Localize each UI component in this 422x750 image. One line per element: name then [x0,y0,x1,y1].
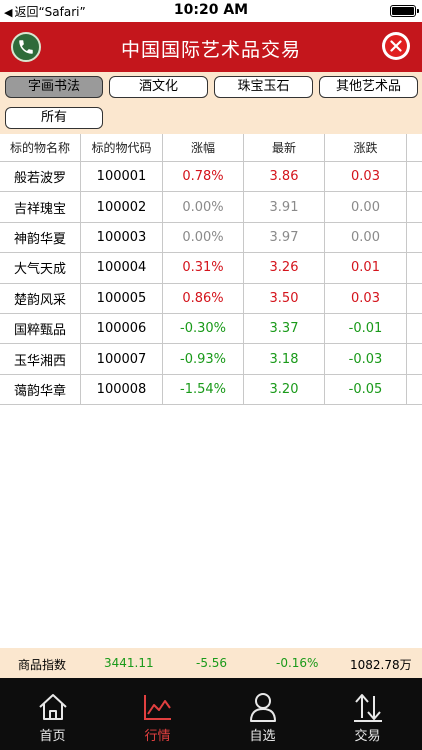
tab-bar: 首页 行情 自选 交易 [0,678,422,750]
cell-code: 100002 [81,192,163,222]
cell-more [407,375,422,404]
cell-more [407,344,422,373]
cell-latest: 3.86 [244,162,325,192]
cell-latest: 3.37 [244,313,325,344]
cell-code: 100008 [81,374,163,405]
clock: 10:20 AM [173,2,249,18]
user-icon [249,693,276,722]
cell-name: 吉祥瑰宝 [0,192,81,222]
cell-change-pct: -0.93% [163,344,244,374]
cell-name: 大气天成 [0,253,81,283]
cell-change-pct: 0.86% [163,283,244,313]
index-volume: 1082.78万 [350,658,412,672]
column-header-code[interactable]: 标的物代码 [81,134,163,161]
close-button[interactable] [382,32,410,60]
cell-latest: 3.26 [244,253,325,283]
cell-latest: 3.18 [244,344,325,374]
cell-change-pct: 0.00% [163,222,244,253]
cell-code: 100006 [81,313,163,344]
tab-watchlist[interactable]: 自选 [210,678,315,750]
cell-change-pct: -1.54% [163,374,244,405]
column-header-name[interactable]: 标的物名称 [0,134,81,161]
table-row[interactable]: 楚韵风采 100005 0.86% 3.50 0.03 [0,283,422,314]
tab-market-label: 行情 [144,729,171,744]
index-label: 商品指数 [18,658,67,672]
cell-more [407,223,422,252]
cell-more [407,162,422,191]
cell-latest: 3.91 [244,192,325,222]
category-wine-culture[interactable]: 酒文化 [109,76,208,98]
table-row[interactable]: 玉华湘西 100007 -0.93% 3.18 -0.03 [0,344,422,375]
category-all[interactable]: 所有 [5,107,103,129]
tab-home-label: 首页 [39,729,66,744]
column-header-latest[interactable]: 最新 [244,134,325,161]
index-value: 3441.11 [104,656,154,670]
cell-code: 100007 [81,344,163,374]
cell-code: 100003 [81,222,163,253]
home-icon [38,694,67,720]
tab-home[interactable]: 首页 [0,678,105,750]
cell-name: 楚韵风采 [0,283,81,313]
cell-change-pct: 0.00% [163,192,244,222]
cell-change: -0.03 [325,344,407,374]
category-jewelry-jade[interactable]: 珠宝玉石 [214,76,313,98]
index-change-pct: -0.16% [276,656,319,670]
cell-name: 神韵华夏 [0,222,81,253]
cell-code: 100001 [81,162,163,192]
cell-change: 0.03 [325,162,407,192]
cell-more [407,284,422,313]
cell-change: -0.01 [325,313,407,344]
table-row[interactable]: 大气天成 100004 0.31% 3.26 0.01 [0,253,422,284]
commodity-index-bar: 商品指数 3441.11 -5.56 -0.16% 1082.78万 [0,648,422,678]
tab-trade[interactable]: 交易 [315,678,420,750]
category-calligraphy-painting[interactable]: 字画书法 [5,76,103,98]
table-row[interactable]: 蔼韵华章 100008 -1.54% 3.20 -0.05 [0,374,422,406]
tab-watchlist-label: 自选 [249,729,276,744]
cell-latest: 3.20 [244,374,325,405]
column-header-change[interactable]: 涨跌 [325,134,407,161]
trade-arrows-icon [353,694,382,722]
tab-market[interactable]: 行情 [105,678,210,750]
cell-more [407,192,422,221]
cell-latest: 3.97 [244,222,325,253]
battery-icon [390,5,419,17]
cell-name: 般若波罗 [0,162,81,192]
table-row[interactable]: 吉祥瑰宝 100002 0.00% 3.91 0.00 [0,192,422,223]
cell-change-pct: 0.31% [163,253,244,283]
page-title: 中国国际艺术品交易 [120,39,301,61]
quote-table: 标的物名称 标的物代码 涨幅 最新 涨跌 般若波罗 100001 0.78% 3.86… [0,134,422,406]
category-bar: 字画书法 酒文化 珠宝玉石 其他艺术品 所有 [0,72,422,134]
cell-more [407,314,422,343]
index-change: -5.56 [196,656,228,670]
cell-change-pct: -0.30% [163,313,244,344]
table-row[interactable]: 国粹甄品 100006 -0.30% 3.37 -0.01 [0,313,422,345]
app-header: 中国国际艺术品交易 [0,22,422,72]
table-header: 标的物名称 标的物代码 涨幅 最新 涨跌 [0,134,422,162]
tab-trade-label: 交易 [354,729,381,744]
table-row[interactable]: 神韵华夏 100003 0.00% 3.97 0.00 [0,222,422,254]
cell-change: -0.05 [325,374,407,405]
cell-code: 100005 [81,283,163,313]
cell-more [407,253,422,282]
cell-change: 0.01 [325,253,407,283]
cell-change: 0.00 [325,222,407,253]
chart-icon [143,695,171,720]
column-header-more [407,134,422,161]
status-bar: ◀ 返回“Safari” 10:20 AM [0,0,422,22]
cell-name: 玉华湘西 [0,344,81,374]
column-header-change-pct[interactable]: 涨幅 [163,134,244,161]
cell-name: 蔼韵华章 [0,374,81,405]
category-other-art[interactable]: 其他艺术品 [319,76,418,98]
cell-change-pct: 0.78% [163,162,244,192]
cell-name: 国粹甄品 [0,313,81,344]
cell-change: 0.03 [325,283,407,313]
cell-code: 100004 [81,253,163,283]
table-row[interactable]: 般若波罗 100001 0.78% 3.86 0.03 [0,162,422,193]
cell-latest: 3.50 [244,283,325,313]
close-icon [390,40,402,52]
cell-change: 0.00 [325,192,407,222]
